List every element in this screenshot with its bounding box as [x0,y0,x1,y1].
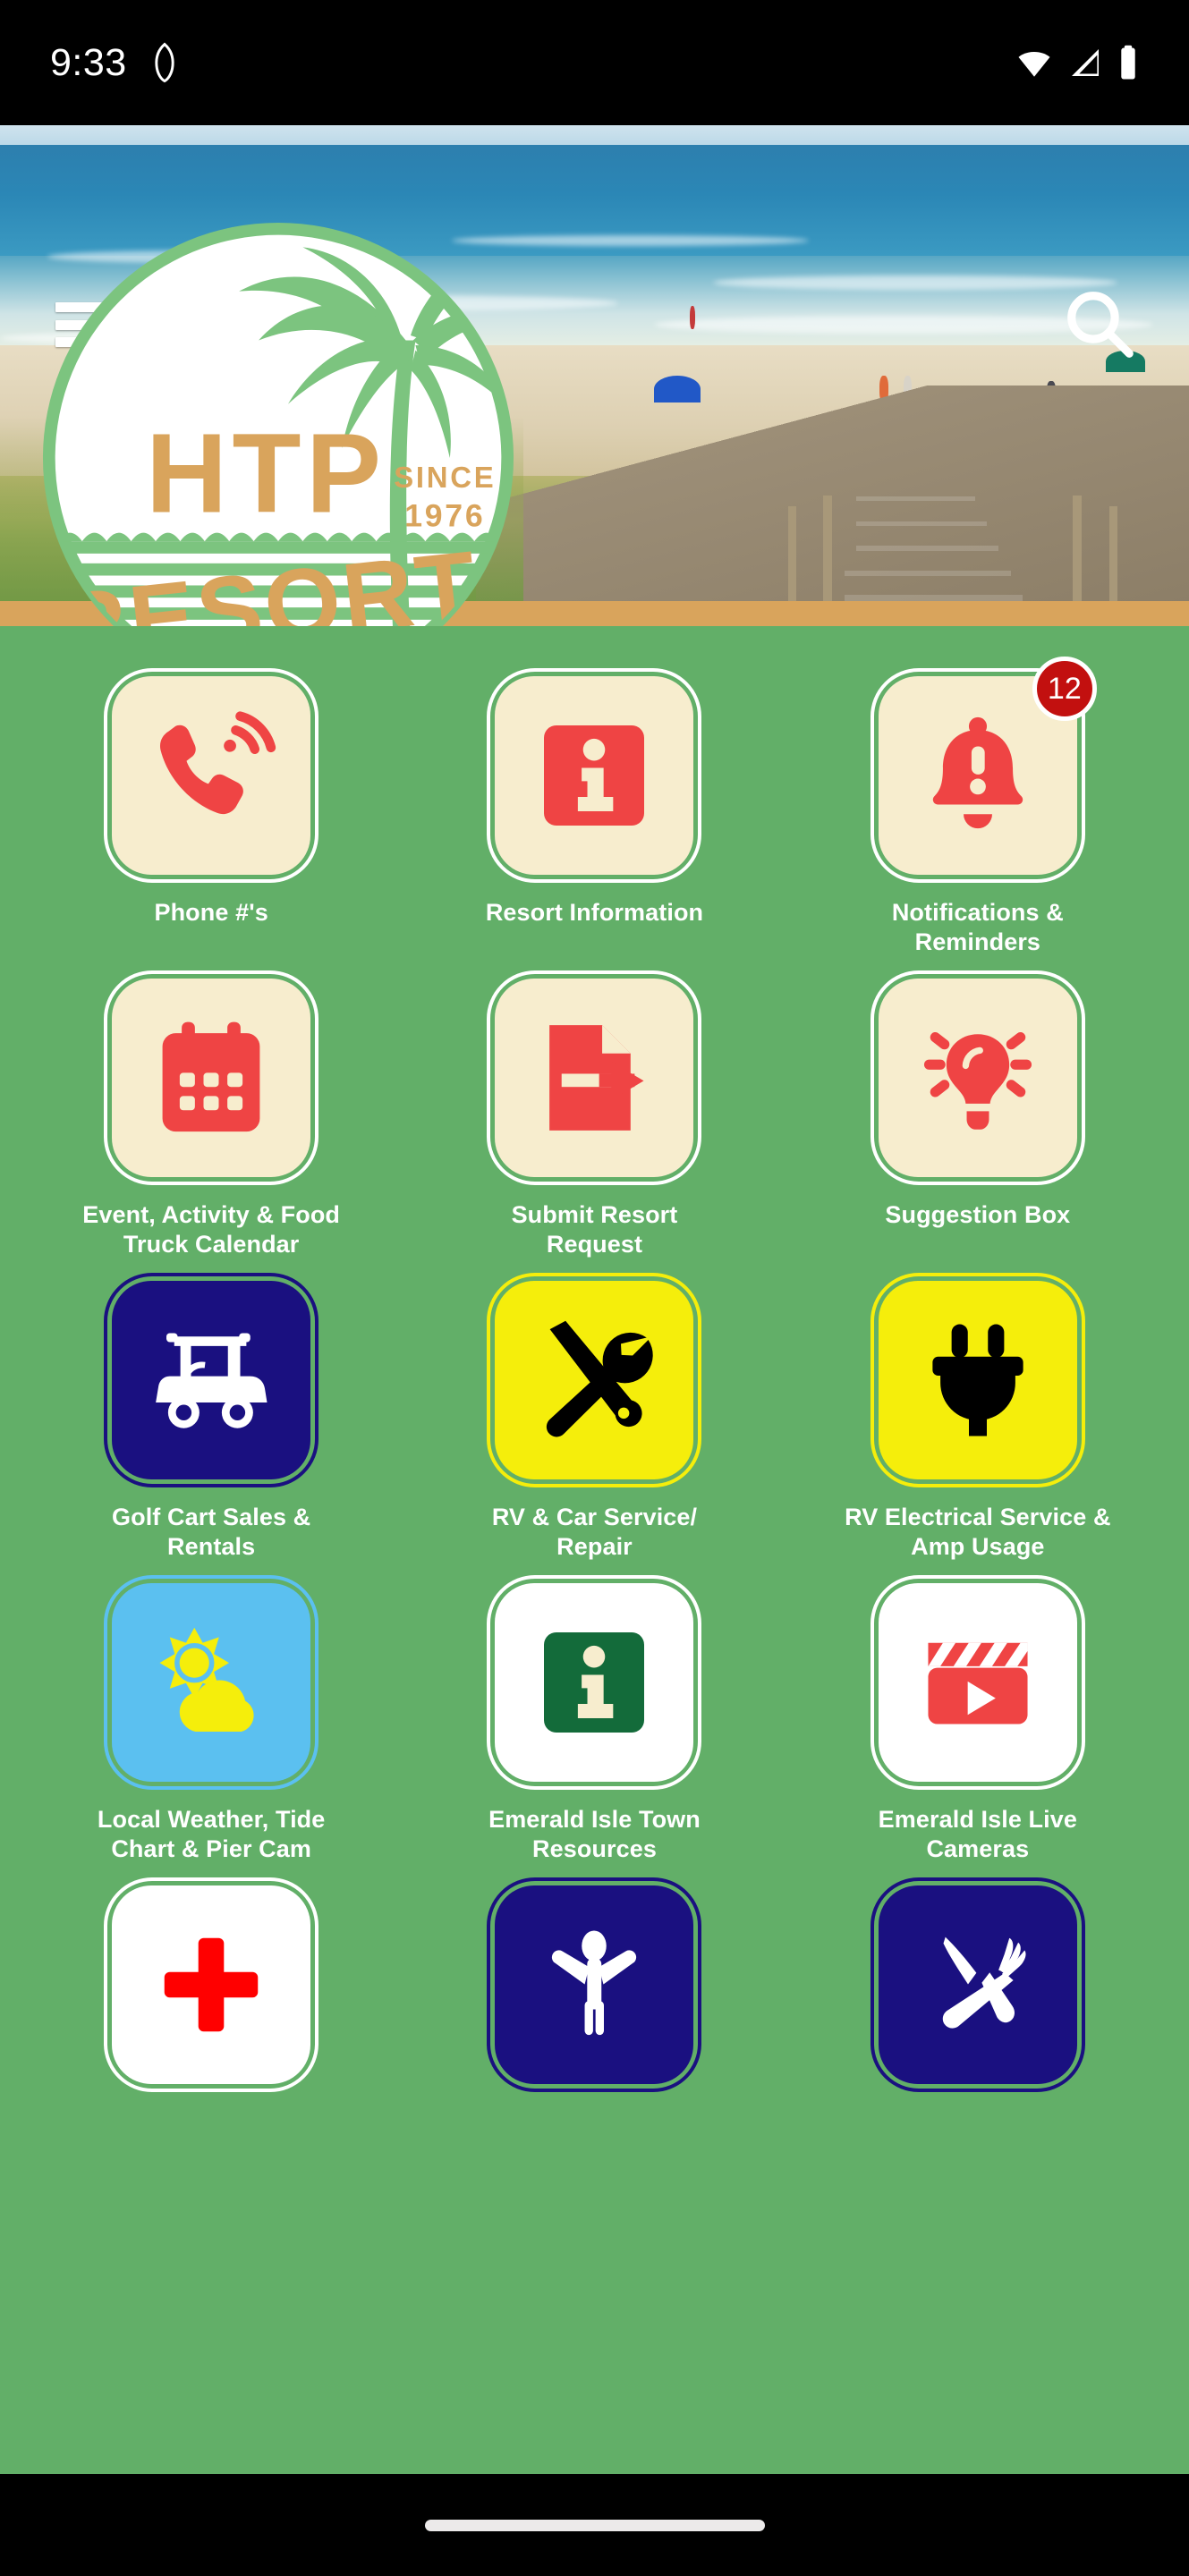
system-navigation-bar [0,2474,1189,2576]
info-square-icon [537,718,651,833]
app-tile[interactable]: Emerald Isle Live Cameras [786,1574,1169,1864]
app-tile-icon-box[interactable] [104,1272,319,1487]
wifi-icon [1015,44,1053,81]
person-arms-up-icon [535,1926,653,2044]
app-tile-icon-box[interactable]: 12 [870,657,1097,883]
app-tile[interactable] [20,1877,403,2107]
app-tile-icon-box[interactable] [487,1877,702,2092]
power-plug-icon [911,1313,1045,1447]
app-tile-label: Emerald Isle Live Cameras [878,1805,1077,1862]
app-tile-label: Submit Resort Request [511,1200,678,1258]
app-tile-icon-box[interactable] [870,970,1085,1185]
phone-ringing-icon [144,708,278,843]
app-tile-icon-box[interactable] [104,970,319,1185]
cellular-signal-icon [1067,44,1103,81]
fork-knife-icon [919,1926,1037,2044]
app-tile-label: RV Electrical Service & Amp Usage [845,1503,1111,1560]
app-tile-label: Resort Information [485,899,704,926]
app-tile-label: Emerald Isle Town Resources [488,1805,701,1862]
app-tile-label: RV & Car Service/ Repair [491,1503,698,1560]
app-tile-icon-box[interactable] [487,1272,702,1487]
logo-brand-text: HTP [146,410,386,536]
app-tile[interactable]: Phone #'s [20,668,403,957]
app-tile[interactable]: Event, Activity & Food Truck Calendar [20,970,403,1259]
app-tile[interactable]: 12 Notifications & Reminders [786,657,1169,957]
app-tile[interactable]: RV Electrical Service & Amp Usage [786,1272,1169,1562]
app-tile-label: Notifications & Reminders [891,899,1064,955]
app-tile[interactable]: Golf Cart Sales & Rentals [20,1272,403,1562]
app-header: HTP SINCE 1976 RESORT [0,125,1189,626]
document-send-icon [533,1017,655,1139]
app-tile-label: Local Weather, Tide Chart & Pier Cam [97,1805,326,1862]
app-tile-label: Phone #'s [154,899,268,926]
app-tile[interactable]: Resort Information [403,668,786,957]
htp-resort-logo: HTP SINCE 1976 RESORT [33,213,523,626]
app-tile-icon-box[interactable] [870,1877,1085,2092]
app-tile-icon-box[interactable] [104,1877,319,2092]
status-bar-right [1015,44,1139,81]
notification-badge: 12 [1032,657,1097,721]
app-tile-grid: Phone #'s Resort Information 12 Notificat… [0,626,1189,2107]
search-icon[interactable] [1062,286,1139,363]
sun-cloud-icon [144,1615,278,1750]
app-tile[interactable]: Suggestion Box [786,970,1169,1259]
battery-icon [1117,44,1139,81]
logo-since-label: SINCE [394,461,496,494]
status-bar-left: 9:33 [50,41,183,85]
app-tile[interactable]: Emerald Isle Town Resources [403,1574,786,1864]
app-tile[interactable]: RV & Car Service/ Repair [403,1272,786,1562]
bell-alert-icon [914,712,1041,839]
info-square-icon [537,1625,651,1740]
app-tile-icon-box[interactable] [104,668,319,883]
lightbulb-icon [917,1017,1039,1139]
app-tile-icon-box[interactable] [487,970,702,1185]
app-tile-icon-box[interactable] [870,1574,1085,1790]
clapperboard-play-icon [917,1622,1039,1743]
app-tile[interactable]: Submit Resort Request [403,970,786,1259]
home-gesture-pill[interactable] [424,2519,765,2531]
app-tile[interactable] [786,1877,1169,2107]
logo-since-year: 1976 [404,498,485,534]
medical-cross-icon [152,1926,270,2044]
status-bar-clock: 9:33 [50,40,127,84]
app-tile-icon-box[interactable] [104,1574,319,1790]
app-tile-label: Suggestion Box [885,1200,1071,1228]
app-tile-label: Event, Activity & Food Truck Calendar [82,1200,341,1258]
status-bar: 9:33 [0,0,1189,125]
app-tile-label: Golf Cart Sales & Rentals [112,1503,311,1560]
shield-icon [147,42,183,83]
app-tile-icon-box[interactable] [487,1574,702,1790]
app-tile-icon-box[interactable] [487,668,702,883]
app-screen: 9:33 HTP SINCE 1976 RESORT Phone #'s Res… [0,0,1189,2576]
app-tile-icon-box[interactable] [870,1272,1085,1487]
calendar-icon [150,1017,272,1139]
app-tile[interactable] [403,1877,786,2107]
app-tile[interactable]: Local Weather, Tide Chart & Pier Cam [20,1574,403,1864]
wrench-screwdriver-icon [527,1313,661,1447]
golf-cart-icon [144,1313,278,1447]
